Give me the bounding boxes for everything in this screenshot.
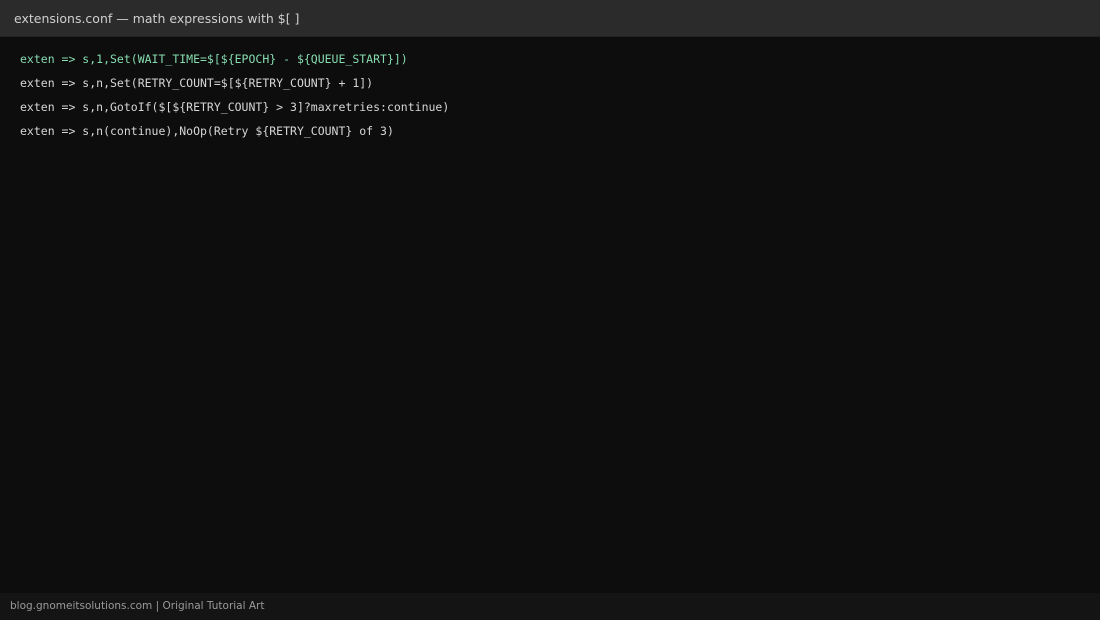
window-title: extensions.conf — math expressions with … — [14, 11, 300, 26]
code-line-3[interactable]: exten => s,n,GotoIf($[${RETRY_COUNT} > 3… — [20, 99, 449, 115]
footer: blog.gnomeitsolutions.com | Original Tut… — [0, 593, 1100, 620]
code-line-1[interactable]: exten => s,1,Set(WAIT_TIME=$[${EPOCH} - … — [20, 51, 408, 67]
code-line-4[interactable]: exten => s,n(continue),NoOp(Retry ${RETR… — [20, 123, 394, 139]
footer-credit: blog.gnomeitsolutions.com | Original Tut… — [10, 600, 265, 612]
code-line-2[interactable]: exten => s,n,Set(RETRY_COUNT=$[${RETRY_C… — [20, 75, 373, 91]
title-bar: extensions.conf — math expressions with … — [0, 0, 1100, 37]
code-editor[interactable]: exten => s,1,Set(WAIT_TIME=$[${EPOCH} - … — [0, 37, 1100, 593]
